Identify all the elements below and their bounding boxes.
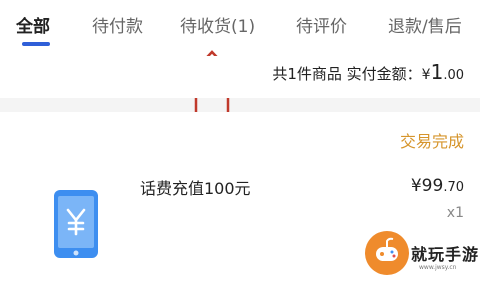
active-tab-indicator — [22, 42, 50, 46]
item-quantity: x1 — [446, 205, 464, 221]
tab-pending-payment[interactable]: 待付款 — [92, 12, 143, 37]
order-summary: 共1件商品 实付金额：¥1.00 — [272, 60, 464, 84]
tab-refund-after-sales[interactable]: 退款/售后 — [388, 12, 462, 37]
summary-amount-int: 1 — [430, 60, 444, 84]
summary-amount-dec: .00 — [443, 68, 464, 83]
order-status: 交易完成 — [399, 132, 464, 151]
summary-prefix: 共1件商品 实付金额： — [272, 65, 422, 83]
price-currency: ¥ — [410, 176, 422, 196]
tab-pending-review[interactable]: 待评价 — [296, 12, 347, 37]
phone-yuan-icon — [54, 190, 98, 258]
watermark-logo-icon — [365, 231, 409, 275]
tab-pending-receipt[interactable]: 待收货(1) — [180, 12, 255, 37]
watermark-sub: www.jwsy.cn — [419, 264, 457, 271]
price-dec: .70 — [443, 180, 464, 195]
watermark-text: 就玩手游 — [411, 245, 480, 264]
watermark-logo: 就玩手游 www.jwsy.cn — [365, 231, 478, 279]
tab-all[interactable]: 全部 — [16, 12, 50, 37]
price-int: 99 — [421, 176, 444, 196]
summary-currency: ¥ — [421, 67, 431, 83]
item-price: ¥99.70 — [411, 176, 464, 196]
item-title[interactable]: 话费充值100元 — [140, 175, 251, 199]
